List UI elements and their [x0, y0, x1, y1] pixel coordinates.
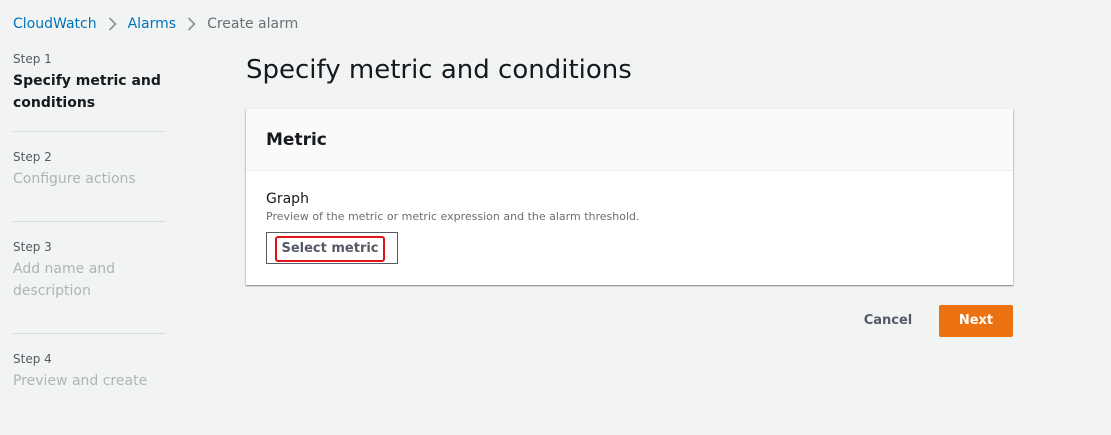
select-metric-button[interactable]: Select metric [266, 232, 398, 264]
step-title: Preview and create [13, 373, 148, 389]
step-number: Step 2 [13, 150, 52, 164]
chevron-right-icon [108, 17, 117, 31]
wizard-steps-nav: Step 1 Specify metric and conditions Ste… [13, 51, 165, 411]
page-title: Specify metric and conditions [246, 55, 632, 85]
select-metric-label: Select metric [275, 236, 385, 262]
cancel-button[interactable]: Cancel [850, 305, 926, 337]
wizard-step-1: Step 1 Specify metric and conditions [13, 51, 165, 132]
wizard-step-4: Step 4 Preview and create [13, 351, 165, 411]
metric-panel-body: Graph Preview of the metric or metric ex… [246, 171, 1013, 283]
wizard-step-2: Step 2 Configure actions [13, 149, 165, 222]
next-button[interactable]: Next [939, 305, 1013, 337]
step-number: Step 3 [13, 240, 52, 254]
breadcrumb-alarms-link[interactable]: Alarms [128, 15, 177, 33]
breadcrumb-cloudwatch-link[interactable]: CloudWatch [13, 15, 97, 33]
wizard-step-3: Step 3 Add name and description [13, 239, 165, 334]
breadcrumb-current: Create alarm [207, 16, 299, 32]
metric-panel: Metric Graph Preview of the metric or me… [246, 108, 1013, 285]
wizard-actions: Cancel Next [850, 305, 1013, 337]
graph-description: Preview of the metric or metric expressi… [266, 210, 640, 223]
chevron-right-icon [187, 17, 196, 31]
graph-label: Graph [266, 191, 309, 207]
breadcrumb: CloudWatch Alarms Create alarm [13, 15, 298, 33]
step-title: Add name and description [13, 261, 116, 299]
step-number: Step 4 [13, 352, 52, 366]
metric-panel-title: Metric [266, 130, 327, 150]
step-number: Step 1 [13, 52, 52, 66]
step-title: Configure actions [13, 171, 136, 187]
metric-panel-header: Metric [246, 109, 1013, 171]
step-title: Specify metric and conditions [13, 73, 161, 111]
